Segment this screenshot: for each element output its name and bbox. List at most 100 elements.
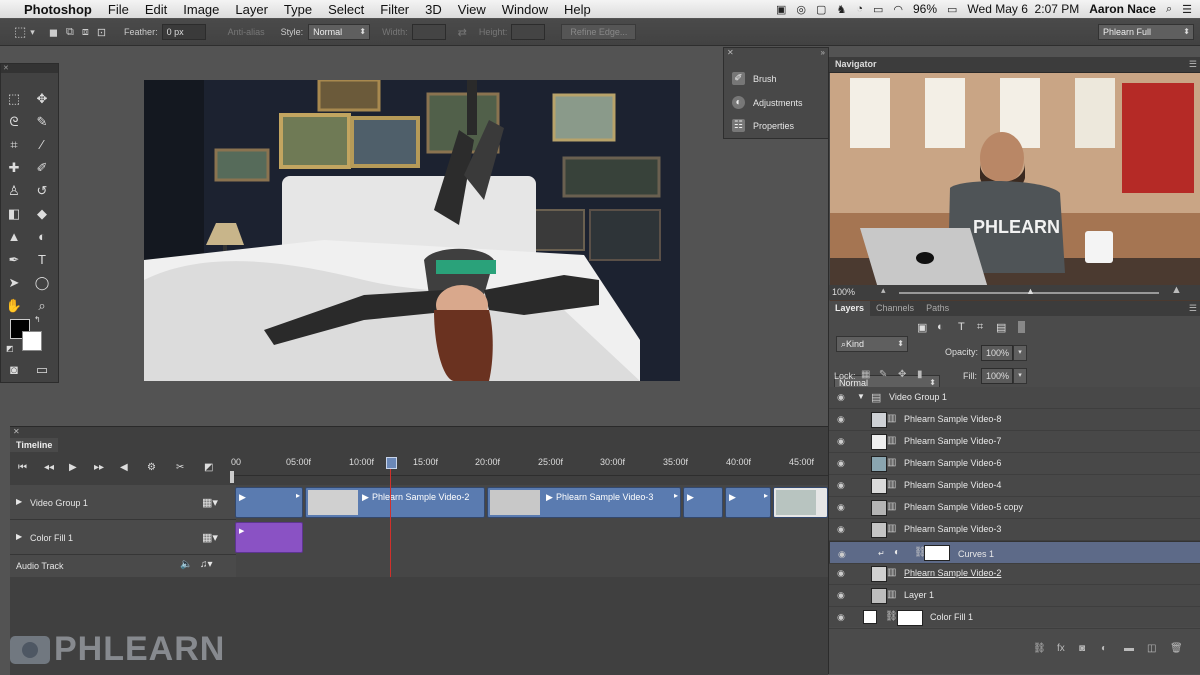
track-header-video-group-1[interactable]: ▶ Video Group 1 ▦▾ (10, 485, 236, 520)
layer-row-video-5-copy[interactable]: ◉ ▥ Phlearn Sample Video-5 copy (829, 497, 1200, 519)
tool-preset-dropdown[interactable]: ▾ (30, 27, 35, 38)
lock-pixels-icon[interactable]: ✎ (879, 369, 887, 380)
lasso-icon[interactable]: ᘓ (5, 113, 23, 131)
filter-type-icon[interactable]: T (958, 321, 965, 333)
visibility-eye-icon[interactable]: ◉ (837, 392, 847, 402)
history-brush-icon[interactable]: ↺ (33, 182, 51, 200)
eraser-icon[interactable]: ◧ (5, 205, 23, 223)
default-colors-icon[interactable]: ◩ (6, 344, 14, 353)
close-icon[interactable]: ✕ (727, 48, 734, 57)
menu-file[interactable]: File (100, 2, 137, 17)
style-select[interactable]: Normal (308, 24, 371, 40)
lock-position-icon[interactable]: ✥ (898, 369, 906, 380)
workspace-select[interactable]: Phlearn Full (1098, 24, 1194, 40)
battery-icon[interactable]: ▭ (947, 3, 957, 16)
crop-icon[interactable]: ⌗ (5, 136, 23, 154)
swap-colors-icon[interactable]: ↰ (34, 315, 41, 324)
subtract-selection-icon[interactable]: ⧈ (82, 26, 89, 39)
quick-select-icon[interactable]: ✎ (33, 113, 51, 131)
audio-options-icon[interactable]: ♫▾ (200, 559, 213, 570)
go-to-first-frame-icon[interactable]: ⏮ (18, 462, 27, 473)
visibility-eye-icon[interactable]: ◉ (837, 524, 847, 534)
track-header-color-fill-1[interactable]: ▶ Color Fill 1 ▦▾ (10, 520, 236, 555)
audio-mute-icon[interactable]: ◀ (120, 462, 128, 473)
healing-brush-icon[interactable]: ✚ (5, 159, 23, 177)
camera-icon[interactable]: ▣ (776, 3, 786, 16)
new-layer-icon[interactable]: ◫ (1147, 643, 1156, 654)
layer-mask-thumbnail[interactable] (924, 545, 950, 561)
add-selection-icon[interactable]: ⧉ (66, 26, 74, 39)
blur-icon[interactable]: ▲ (5, 228, 23, 246)
mute-audio-icon[interactable]: 🔈 (180, 559, 192, 570)
visibility-eye-icon[interactable]: ◉ (837, 436, 847, 446)
width-input[interactable] (411, 24, 446, 40)
menu-type[interactable]: Type (276, 2, 320, 17)
clock-icon[interactable]: ◔ (856, 3, 863, 15)
work-area-start-handle[interactable] (230, 471, 234, 483)
zoom-level[interactable]: 100% (832, 287, 855, 297)
paint-bucket-icon[interactable]: ◆ (33, 205, 51, 223)
new-adjustment-icon[interactable]: ◐ (1101, 643, 1107, 654)
swap-icon[interactable]: ⇄ (458, 26, 467, 39)
clip-end-icon[interactable]: ▸ (764, 491, 768, 500)
rect-marquee-icon[interactable]: ⬚ (5, 90, 23, 108)
video-clip[interactable]: ▶ ▸ (725, 487, 771, 518)
move-tool-icon[interactable]: ✥ (33, 90, 51, 108)
mask-link-icon[interactable]: ⛓ (885, 611, 898, 622)
menu-image[interactable]: Image (175, 2, 227, 17)
close-icon[interactable]: ✕ (13, 427, 20, 436)
tab-channels[interactable]: Channels (870, 301, 920, 316)
clone-stamp-icon[interactable]: ♙ (5, 182, 23, 200)
layer-row-video-2[interactable]: ◉ ▥ Phlearn Sample Video-2 (829, 563, 1200, 585)
track-expand-icon[interactable]: ▶ (16, 532, 22, 541)
properties-panel-button[interactable]: ☷ Properties (732, 119, 794, 132)
zoom-icon[interactable]: ⌕ (33, 297, 51, 315)
eyedropper-icon[interactable]: ⁄ (33, 136, 51, 154)
zoom-out-icon[interactable]: ▴ (881, 285, 886, 296)
type-tool-icon[interactable]: T (33, 251, 51, 269)
tab-paths[interactable]: Paths (920, 301, 955, 316)
layer-style-icon[interactable]: fx (1057, 643, 1065, 654)
layer-row-curves-1[interactable]: ◉ ↵ ◐ ⛓ Curves 1 (829, 541, 1200, 564)
brush-panel-button[interactable]: ✐ Brush (732, 72, 777, 85)
layer-row-video-8[interactable]: ◉ ▥ Phlearn Sample Video-8 (829, 409, 1200, 431)
datetime[interactable]: Wed May 6 2:07 PM (967, 2, 1079, 16)
settings-gear-icon[interactable]: ⚙ (147, 462, 156, 473)
fill-color-thumbnail[interactable] (863, 610, 877, 624)
next-frame-icon[interactable]: ▸▸ (94, 462, 104, 473)
previous-frame-icon[interactable]: ◂◂ (44, 462, 54, 473)
visibility-eye-icon[interactable]: ◉ (837, 590, 847, 600)
fill-input[interactable]: 100% (981, 368, 1013, 384)
menu-window[interactable]: Window (494, 2, 556, 17)
layer-row-video-group-1[interactable]: ◉ ▼ ▤ Video Group 1 (829, 387, 1200, 409)
display-icon[interactable]: ▢ (816, 3, 826, 16)
app-menu[interactable]: Photoshop (16, 2, 100, 17)
video-clip-sample-2[interactable]: ▶ Phlearn Sample Video-2 (305, 487, 485, 518)
height-input[interactable] (511, 24, 546, 40)
link-layers-icon[interactable]: ⛓ (1033, 643, 1046, 654)
visibility-eye-icon[interactable]: ◉ (837, 502, 847, 512)
menu-layer[interactable]: Layer (227, 2, 276, 17)
layer-row-video-3[interactable]: ◉ ▥ Phlearn Sample Video-3 (829, 519, 1200, 541)
menu-3d[interactable]: 3D (417, 2, 450, 17)
quick-mask-icon[interactable]: ◙ (5, 361, 23, 379)
document-canvas[interactable] (144, 80, 680, 381)
add-mask-icon[interactable]: ◙ (1079, 643, 1085, 654)
layer-mask-thumbnail[interactable] (897, 610, 923, 626)
menu-filter[interactable]: Filter (372, 2, 417, 17)
visibility-eye-icon[interactable]: ◉ (837, 458, 847, 468)
visibility-eye-icon[interactable]: ◉ (838, 547, 848, 559)
expand-panels-icon[interactable]: » (821, 48, 825, 57)
visibility-eye-icon[interactable]: ◉ (837, 480, 847, 490)
menu-edit[interactable]: Edit (137, 2, 175, 17)
group-collapse-icon[interactable]: ▼ (857, 392, 865, 401)
timeline-tab[interactable]: Timeline (10, 438, 59, 452)
visibility-eye-icon[interactable]: ◉ (837, 612, 847, 622)
intersect-selection-icon[interactable]: ⊡ (97, 26, 106, 39)
filter-shape-icon[interactable]: ⌗ (977, 321, 983, 334)
layer-row-color-fill-1[interactable]: ◉ ⛓ Color Fill 1 (829, 607, 1200, 629)
playhead-handle[interactable] (386, 457, 397, 469)
filter-kind-select[interactable]: ⌕Kind (836, 336, 908, 352)
dodge-icon[interactable]: ◐ (33, 228, 51, 246)
play-icon[interactable]: ▶ (69, 462, 77, 473)
